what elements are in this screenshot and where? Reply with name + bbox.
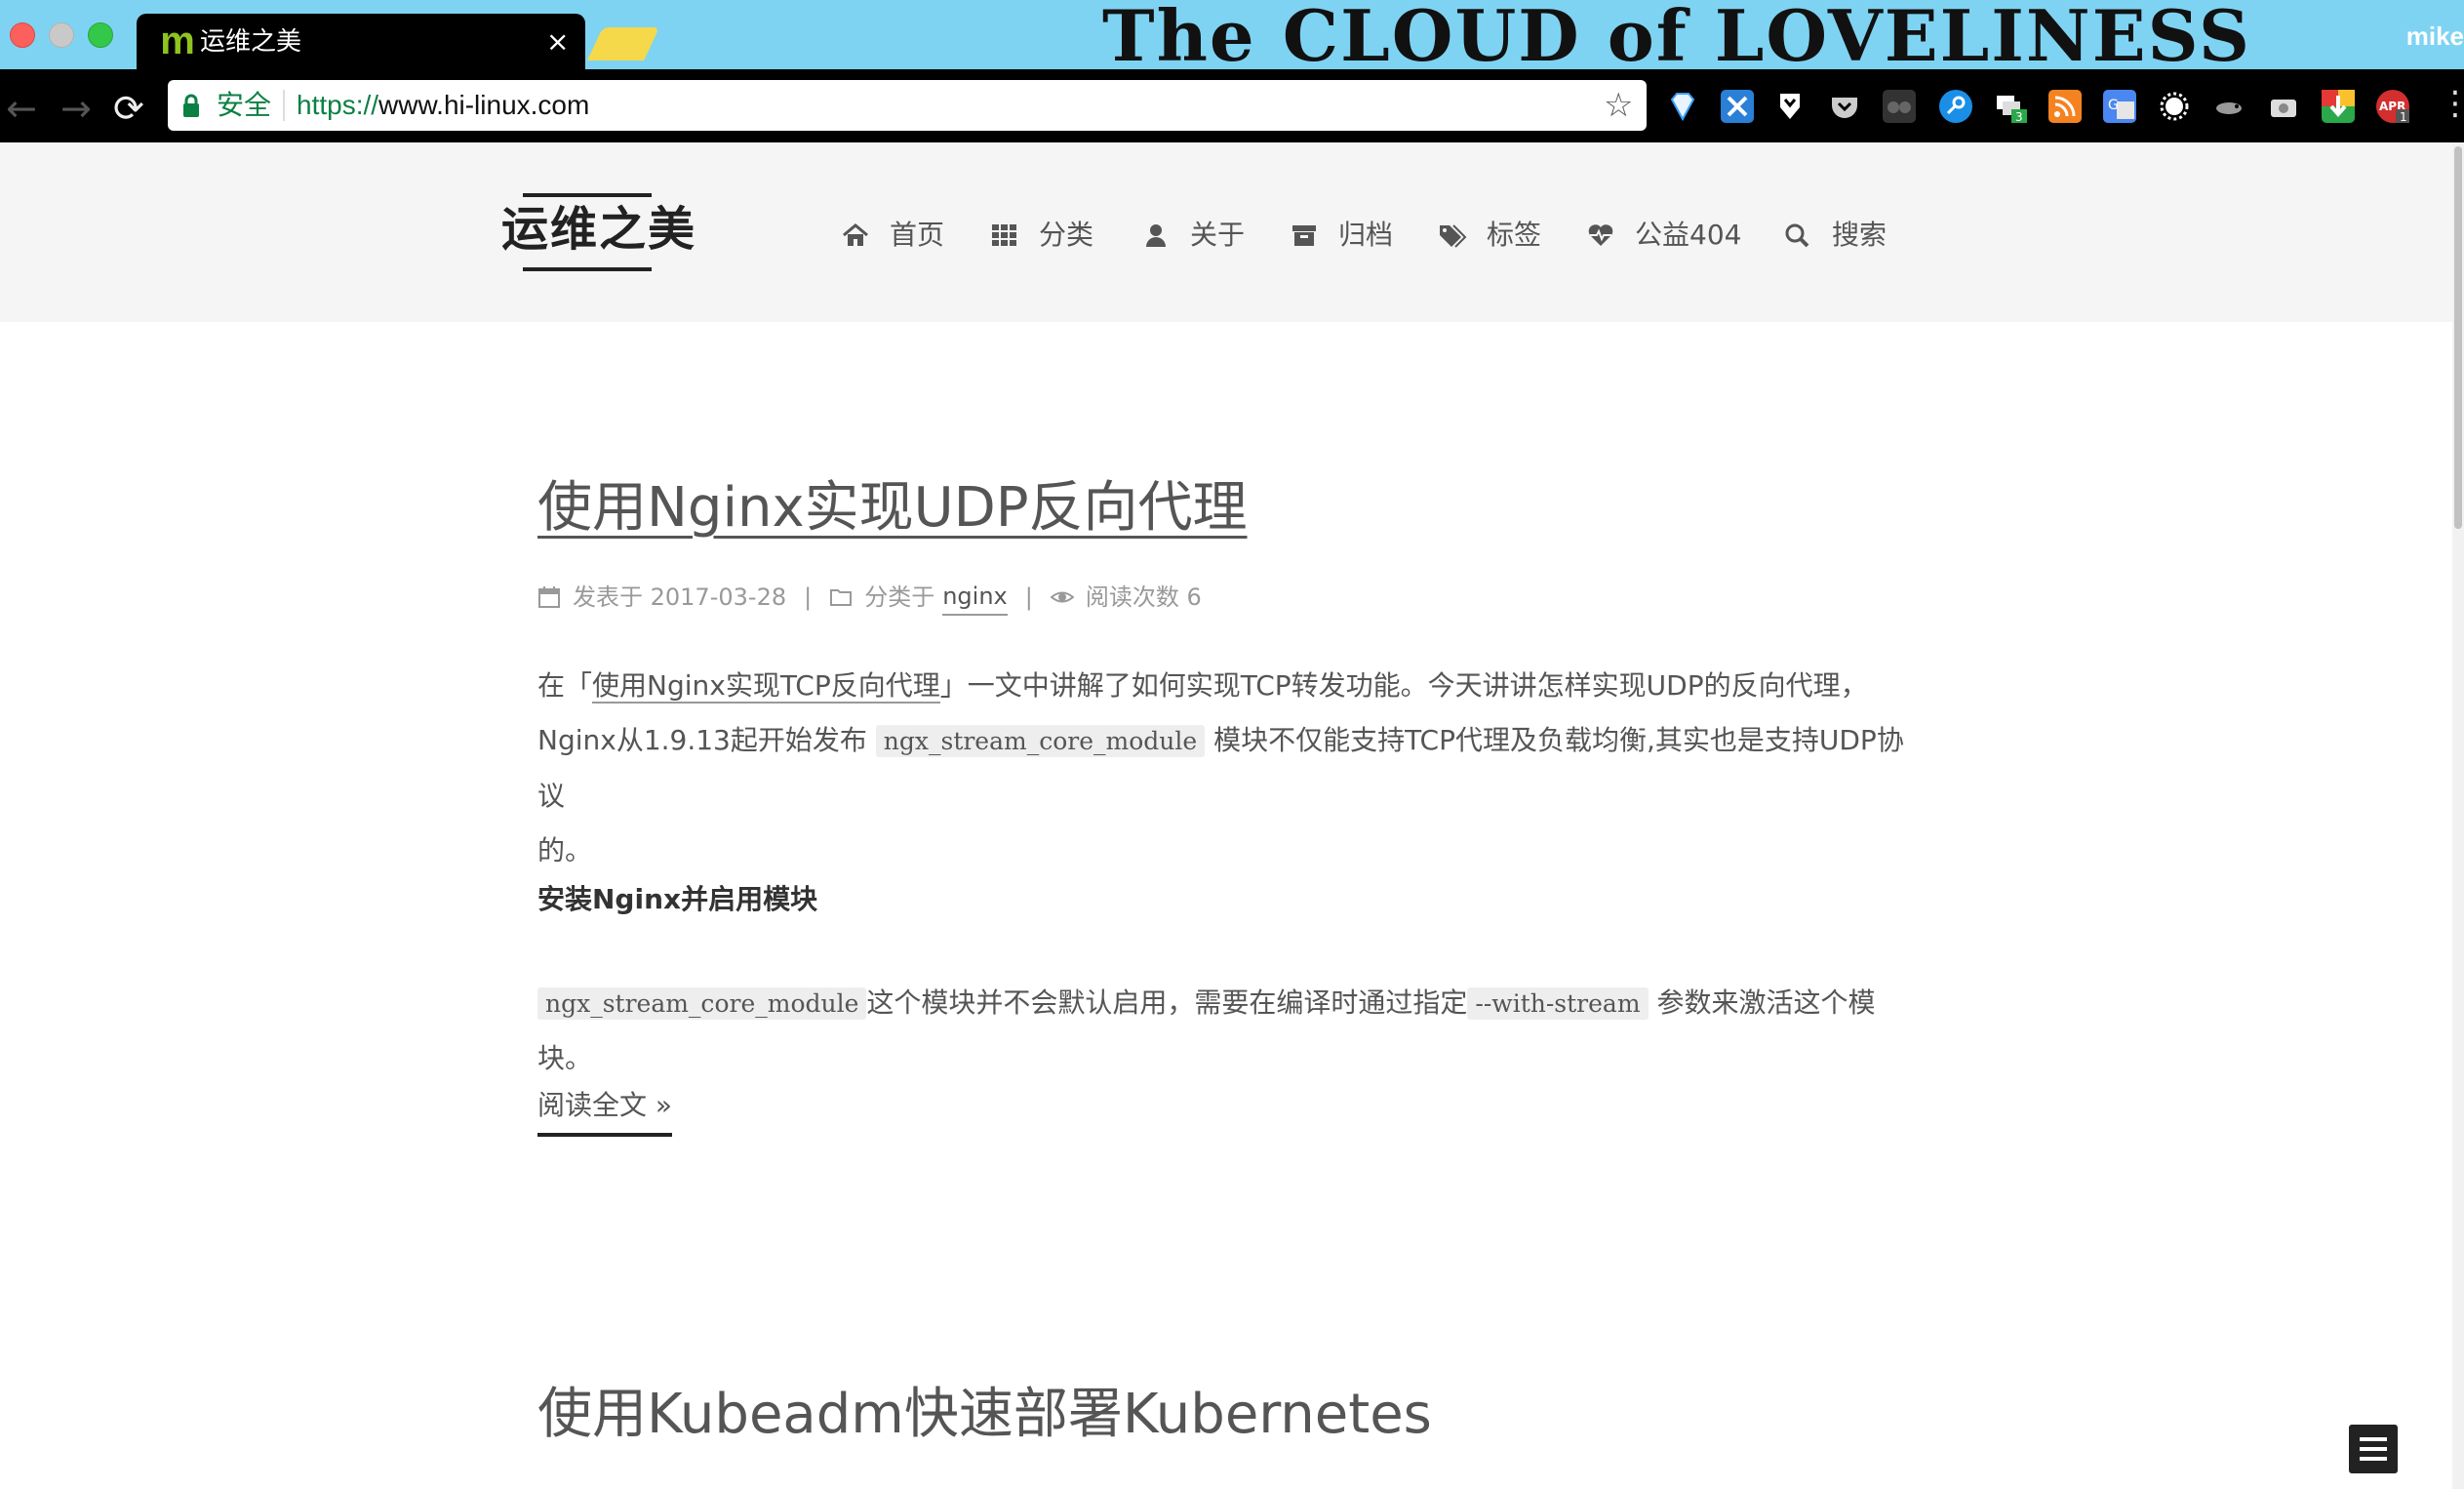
page-scrollbar-thumb[interactable] [2454,146,2462,529]
meta-separator: | [804,584,813,611]
browser-menu-icon[interactable]: ⋮ [2439,84,2464,123]
home-icon [843,223,868,246]
profile-name[interactable]: mike [2406,21,2464,51]
reload-button[interactable]: ⟳ [113,90,144,127]
ext-pocket-icon[interactable] [1828,90,1861,123]
tags-icon [1440,224,1467,248]
url-scheme: https:// [297,90,379,120]
url-host: www.hi-linux.com [378,90,590,120]
menu-bar-icon [2360,1437,2387,1441]
post-title[interactable]: 使用Kubeadm快速部署Kubernetes [537,1380,1432,1450]
inline-code: ngx_stream_core_module [875,725,1206,757]
ext-download-icon[interactable] [2322,90,2355,123]
post-paragraph: ngx_stream_core_module 这个模块并不会默认启用，需要在编译时… [537,976,1923,1086]
menu-item-label: 归档 [1338,219,1394,251]
forward-button[interactable]: → [60,90,92,127]
menu-bar-icon [2360,1457,2387,1461]
section-heading: 安装Nginx并启用模块 [537,883,818,915]
post-intro-paragraph: 在「使用Nginx实现TCP反向代理」一文中讲解了如何实现TCP转发功能。今天讲… [537,659,1923,878]
window-minimize-button[interactable] [49,22,74,48]
menu-item-home[interactable]: 首页 [841,216,944,255]
eye-icon [1050,591,1074,603]
view-count: 阅读次数 6 [1085,584,1202,611]
grid-icon [992,224,1016,246]
menu-item-404[interactable]: 公益404 [1586,216,1741,255]
site-brand[interactable]: 运维之美 [501,200,696,259]
tab-title: 运维之美 [200,27,302,57]
menu-item-search[interactable]: 搜索 [1783,216,1887,255]
search-icon [1785,223,1809,248]
intro-link[interactable]: 使用Nginx实现TCP反向代理 [592,669,940,704]
tab-favicon-icon: m [160,20,195,62]
menu-item-archive[interactable]: 归档 [1290,216,1393,255]
menu-item-label: 搜索 [1832,219,1888,251]
menu-item-categories[interactable]: 分类 [990,216,1093,255]
post-meta: 发表于 2017-03-28 | 分类于 nginx | 阅读次数 6 [537,579,1202,616]
post-date: 发表于 2017-03-28 [573,584,787,611]
heartbeat-icon [1588,224,1613,246]
menu-item-label: 标签 [1487,219,1542,251]
window-close-button[interactable] [10,22,35,48]
ext-camera-icon[interactable] [2267,90,2300,123]
back-button[interactable]: ← [6,90,37,127]
browser-theme-title: The CLOUD of LOVELINESS [1102,0,2252,77]
menu-item-tags[interactable]: 标签 [1438,216,1541,255]
ext-chameleon-icon[interactable] [2212,90,2245,123]
ext-translate-icon[interactable]: G [2103,90,2136,123]
sidebar-toggle-button[interactable] [2349,1425,2398,1473]
menu-item-label: 首页 [890,219,945,251]
brand-top-line [523,193,652,197]
svg-text:G: G [2108,98,2119,113]
ext-share-icon[interactable]: 3 [1994,90,2027,124]
ext-gear-icon[interactable] [2158,90,2191,123]
paragraph-text: 这个模块并不会默认启用，需要在编译时通过指定 [866,986,1468,1019]
menu-item-about[interactable]: 关于 [1141,216,1245,255]
secure-label[interactable]: 安全 [217,88,271,123]
bookmark-star-icon[interactable]: ☆ [1604,86,1633,125]
ext-rss-icon[interactable] [2048,90,2082,123]
archive-icon [1292,225,1316,246]
user-icon [1146,224,1166,247]
window-zoom-button[interactable] [88,22,113,48]
menu-item-label: 公益404 [1635,219,1742,251]
ext-apr-icon[interactable]: APR 1 [2376,90,2409,124]
url-text[interactable]: https://www.hi-linux.com [297,88,589,123]
intro-text: 的。 [537,834,593,866]
read-more-button[interactable]: 阅读全文 » [537,1086,673,1137]
menu-item-label: 关于 [1190,219,1246,251]
ext-glasses-icon[interactable] [1883,90,1916,123]
tab-close-icon[interactable]: × [546,25,569,59]
brand-bottom-line [523,267,652,271]
intro-text: 」一文中讲解了如何实现TCP转发功能。今天讲讲怎样实现UDP的反向代理， [939,669,1868,702]
inline-code: ngx_stream_core_module [537,987,867,1020]
lock-icon [183,94,199,117]
post-title[interactable]: 使用Nginx实现UDP反向代理 [537,473,1248,543]
ext-diamond-icon[interactable] [1666,90,1699,123]
menu-item-label: 分类 [1039,219,1094,251]
ext-shield-icon[interactable] [1773,90,1807,123]
folder-icon [830,589,853,606]
inline-code: --with-stream [1467,987,1649,1020]
calendar-icon [538,586,560,608]
svg-text:3: 3 [2015,110,2023,123]
svg-text:1: 1 [2400,110,2407,123]
intro-text: 在「 [537,669,593,702]
ext-key-icon[interactable] [1939,90,1972,123]
meta-separator: | [1024,584,1033,611]
address-divider [283,90,285,121]
category-label: 分类于 [864,584,935,611]
ext-x-icon[interactable] [1721,90,1754,123]
menu-bar-icon [2360,1447,2387,1451]
category-link[interactable]: nginx [942,579,1008,616]
intro-text: Nginx从1.9.13起开始发布 [537,724,867,756]
